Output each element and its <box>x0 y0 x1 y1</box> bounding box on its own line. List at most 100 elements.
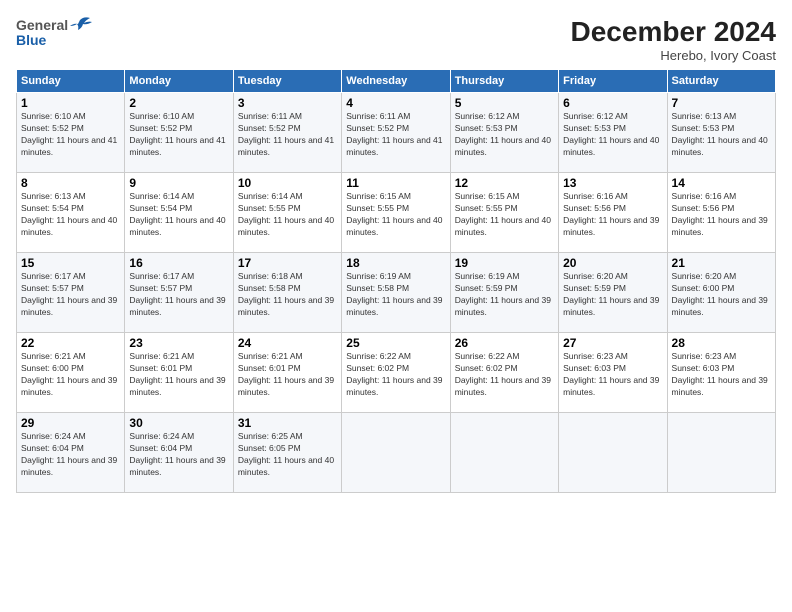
day-info: Sunrise: 6:16 AM Sunset: 5:56 PM Dayligh… <box>563 191 662 239</box>
day-info: Sunrise: 6:13 AM Sunset: 5:54 PM Dayligh… <box>21 191 120 239</box>
sunset-text: Sunset: 6:00 PM <box>672 283 771 295</box>
table-row: 26 Sunrise: 6:22 AM Sunset: 6:02 PM Dayl… <box>450 333 558 413</box>
daylight-text: Daylight: 11 hours and 39 minutes. <box>346 295 445 319</box>
sunset-text: Sunset: 5:56 PM <box>672 203 771 215</box>
sunset-text: Sunset: 6:00 PM <box>21 363 120 375</box>
daylight-text: Daylight: 11 hours and 40 minutes. <box>455 135 554 159</box>
sunrise-text: Sunrise: 6:13 AM <box>672 111 771 123</box>
header: General Blue December 2024 Herebo, Ivory… <box>16 16 776 63</box>
sunset-text: Sunset: 6:02 PM <box>346 363 445 375</box>
day-info: Sunrise: 6:21 AM Sunset: 6:01 PM Dayligh… <box>129 351 228 399</box>
day-info: Sunrise: 6:22 AM Sunset: 6:02 PM Dayligh… <box>455 351 554 399</box>
logo: General Blue <box>16 16 92 48</box>
table-row <box>667 413 775 493</box>
day-info: Sunrise: 6:15 AM Sunset: 5:55 PM Dayligh… <box>346 191 445 239</box>
sunset-text: Sunset: 5:57 PM <box>21 283 120 295</box>
calendar-table: Sunday Monday Tuesday Wednesday Thursday… <box>16 69 776 493</box>
sunset-text: Sunset: 5:59 PM <box>455 283 554 295</box>
daylight-text: Daylight: 11 hours and 39 minutes. <box>129 455 228 479</box>
day-info: Sunrise: 6:12 AM Sunset: 5:53 PM Dayligh… <box>563 111 662 159</box>
sunset-text: Sunset: 5:52 PM <box>21 123 120 135</box>
daylight-text: Daylight: 11 hours and 41 minutes. <box>129 135 228 159</box>
sunrise-text: Sunrise: 6:15 AM <box>346 191 445 203</box>
day-number: 17 <box>238 256 337 270</box>
sunset-text: Sunset: 6:03 PM <box>563 363 662 375</box>
col-monday: Monday <box>125 70 233 93</box>
sunset-text: Sunset: 5:53 PM <box>455 123 554 135</box>
day-number: 3 <box>238 96 337 110</box>
sunset-text: Sunset: 6:05 PM <box>238 443 337 455</box>
sunrise-text: Sunrise: 6:14 AM <box>238 191 337 203</box>
table-row: 22 Sunrise: 6:21 AM Sunset: 6:00 PM Dayl… <box>17 333 125 413</box>
calendar-week-3: 15 Sunrise: 6:17 AM Sunset: 5:57 PM Dayl… <box>17 253 776 333</box>
calendar-header-row: Sunday Monday Tuesday Wednesday Thursday… <box>17 70 776 93</box>
day-info: Sunrise: 6:25 AM Sunset: 6:05 PM Dayligh… <box>238 431 337 479</box>
table-row: 30 Sunrise: 6:24 AM Sunset: 6:04 PM Dayl… <box>125 413 233 493</box>
day-number: 31 <box>238 416 337 430</box>
day-number: 28 <box>672 336 771 350</box>
table-row: 11 Sunrise: 6:15 AM Sunset: 5:55 PM Dayl… <box>342 173 450 253</box>
day-info: Sunrise: 6:13 AM Sunset: 5:53 PM Dayligh… <box>672 111 771 159</box>
sunset-text: Sunset: 5:57 PM <box>129 283 228 295</box>
day-number: 25 <box>346 336 445 350</box>
day-number: 18 <box>346 256 445 270</box>
day-number: 4 <box>346 96 445 110</box>
table-row: 21 Sunrise: 6:20 AM Sunset: 6:00 PM Dayl… <box>667 253 775 333</box>
daylight-text: Daylight: 11 hours and 40 minutes. <box>563 135 662 159</box>
daylight-text: Daylight: 11 hours and 39 minutes. <box>563 215 662 239</box>
page: General Blue December 2024 Herebo, Ivory… <box>0 0 792 612</box>
sunrise-text: Sunrise: 6:21 AM <box>129 351 228 363</box>
day-number: 30 <box>129 416 228 430</box>
day-number: 1 <box>21 96 120 110</box>
calendar-week-2: 8 Sunrise: 6:13 AM Sunset: 5:54 PM Dayli… <box>17 173 776 253</box>
daylight-text: Daylight: 11 hours and 39 minutes. <box>563 375 662 399</box>
sunrise-text: Sunrise: 6:13 AM <box>21 191 120 203</box>
daylight-text: Daylight: 11 hours and 39 minutes. <box>672 375 771 399</box>
day-number: 27 <box>563 336 662 350</box>
daylight-text: Daylight: 11 hours and 39 minutes. <box>563 295 662 319</box>
sunrise-text: Sunrise: 6:11 AM <box>238 111 337 123</box>
daylight-text: Daylight: 11 hours and 39 minutes. <box>238 295 337 319</box>
day-info: Sunrise: 6:23 AM Sunset: 6:03 PM Dayligh… <box>672 351 771 399</box>
sunrise-text: Sunrise: 6:20 AM <box>563 271 662 283</box>
day-number: 20 <box>563 256 662 270</box>
col-sunday: Sunday <box>17 70 125 93</box>
day-info: Sunrise: 6:16 AM Sunset: 5:56 PM Dayligh… <box>672 191 771 239</box>
sunrise-text: Sunrise: 6:23 AM <box>563 351 662 363</box>
sunset-text: Sunset: 5:54 PM <box>21 203 120 215</box>
day-info: Sunrise: 6:22 AM Sunset: 6:02 PM Dayligh… <box>346 351 445 399</box>
sunset-text: Sunset: 5:59 PM <box>563 283 662 295</box>
day-number: 16 <box>129 256 228 270</box>
day-number: 15 <box>21 256 120 270</box>
sunset-text: Sunset: 5:52 PM <box>238 123 337 135</box>
sunset-text: Sunset: 6:01 PM <box>129 363 228 375</box>
day-number: 2 <box>129 96 228 110</box>
daylight-text: Daylight: 11 hours and 39 minutes. <box>455 295 554 319</box>
daylight-text: Daylight: 11 hours and 41 minutes. <box>21 135 120 159</box>
daylight-text: Daylight: 11 hours and 40 minutes. <box>238 215 337 239</box>
table-row: 5 Sunrise: 6:12 AM Sunset: 5:53 PM Dayli… <box>450 93 558 173</box>
day-info: Sunrise: 6:20 AM Sunset: 6:00 PM Dayligh… <box>672 271 771 319</box>
table-row: 19 Sunrise: 6:19 AM Sunset: 5:59 PM Dayl… <box>450 253 558 333</box>
sunrise-text: Sunrise: 6:24 AM <box>21 431 120 443</box>
subtitle: Herebo, Ivory Coast <box>571 48 776 63</box>
sunset-text: Sunset: 5:58 PM <box>238 283 337 295</box>
day-number: 26 <box>455 336 554 350</box>
calendar-week-5: 29 Sunrise: 6:24 AM Sunset: 6:04 PM Dayl… <box>17 413 776 493</box>
day-info: Sunrise: 6:19 AM Sunset: 5:59 PM Dayligh… <box>455 271 554 319</box>
day-info: Sunrise: 6:21 AM Sunset: 6:01 PM Dayligh… <box>238 351 337 399</box>
sunrise-text: Sunrise: 6:10 AM <box>21 111 120 123</box>
daylight-text: Daylight: 11 hours and 39 minutes. <box>21 295 120 319</box>
sunrise-text: Sunrise: 6:14 AM <box>129 191 228 203</box>
sunset-text: Sunset: 5:55 PM <box>346 203 445 215</box>
sunset-text: Sunset: 5:55 PM <box>238 203 337 215</box>
day-number: 9 <box>129 176 228 190</box>
day-number: 29 <box>21 416 120 430</box>
sunrise-text: Sunrise: 6:16 AM <box>672 191 771 203</box>
sunrise-text: Sunrise: 6:20 AM <box>672 271 771 283</box>
sunrise-text: Sunrise: 6:19 AM <box>455 271 554 283</box>
table-row: 18 Sunrise: 6:19 AM Sunset: 5:58 PM Dayl… <box>342 253 450 333</box>
col-tuesday: Tuesday <box>233 70 341 93</box>
daylight-text: Daylight: 11 hours and 40 minutes. <box>21 215 120 239</box>
daylight-text: Daylight: 11 hours and 40 minutes. <box>129 215 228 239</box>
